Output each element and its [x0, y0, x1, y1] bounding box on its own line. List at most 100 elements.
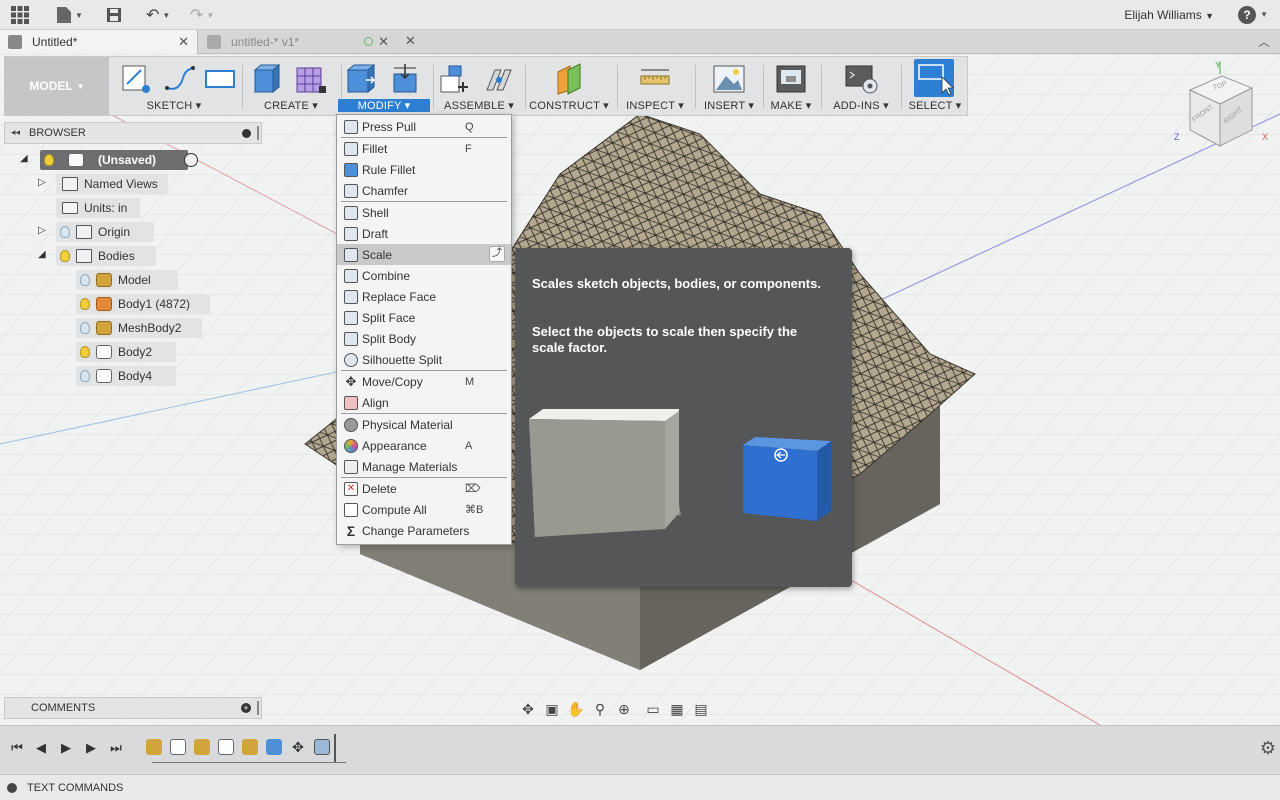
timeline-marker[interactable] [334, 734, 336, 762]
joint-icon[interactable] [481, 62, 515, 96]
display-settings-icon[interactable]: ▭ [644, 700, 662, 718]
tree-item-body2[interactable]: Body2 [76, 342, 176, 362]
grid-settings-icon[interactable]: ▦ [668, 700, 686, 718]
tree-item-origin[interactable]: Origin [56, 222, 154, 242]
help-icon[interactable]: ? [1238, 6, 1256, 24]
3d-print-icon[interactable] [774, 62, 808, 96]
visibility-bulb-icon[interactable] [80, 274, 90, 286]
tab-untitled-v1[interactable]: untitled-* v1* ✕ [199, 30, 397, 54]
menu-item-chamfer[interactable]: Chamfer [337, 180, 511, 201]
visibility-bulb-icon[interactable] [80, 322, 90, 334]
menu-item-move-copy[interactable]: ✥ Move/Copy M [337, 371, 511, 392]
menu-item-draft[interactable]: Draft [337, 223, 511, 244]
step-back-icon[interactable]: ◀ [33, 740, 49, 756]
timeline-body-feature[interactable] [218, 739, 234, 755]
browser-panel-header[interactable]: ◂◂ BROWSER [4, 122, 262, 144]
tree-item-bodies[interactable]: Bodies [56, 246, 156, 266]
menu-item-appearance[interactable]: Appearance A [337, 435, 511, 456]
zoom-icon[interactable]: ⚲ [591, 700, 609, 718]
timeline-mesh-feature[interactable] [194, 739, 210, 755]
expand-icon[interactable] [7, 782, 17, 793]
fit-icon[interactable]: ⊕ [615, 700, 633, 718]
help-caret-icon[interactable]: ▼ [1260, 10, 1268, 19]
timeline-mesh-feature[interactable] [146, 739, 162, 755]
orbit-icon[interactable]: ✥ [519, 700, 537, 718]
panel-resize-handle[interactable] [257, 126, 259, 140]
chevron-up-icon[interactable]: ︿ [1258, 33, 1270, 50]
undo-button[interactable]: ↶ ▼ [146, 5, 170, 25]
visibility-bulb-icon[interactable] [44, 154, 54, 166]
menu-item-combine[interactable]: Combine [337, 265, 511, 286]
inspect-menu[interactable]: INSPECT ▾ [619, 99, 691, 112]
go-to-start-icon[interactable]: ⏮ [9, 740, 25, 756]
make-menu[interactable]: MAKE ▾ [763, 99, 819, 112]
select-menu[interactable]: SELECT ▾ [903, 99, 967, 112]
visibility-bulb-icon[interactable] [60, 250, 70, 262]
visibility-bulb-icon[interactable] [80, 346, 90, 358]
close-tab-icon[interactable]: ✕ [378, 34, 389, 50]
workspace-switcher[interactable]: MODEL ▼ [5, 57, 109, 115]
rectangle-icon[interactable] [203, 62, 237, 96]
file-menu-button[interactable]: ▼ [56, 5, 83, 25]
menu-item-change-parameters[interactable]: Σ Change Parameters [337, 520, 511, 541]
go-to-end-icon[interactable]: ⏭ [108, 740, 124, 756]
tree-item-units[interactable]: Units: in [56, 198, 140, 218]
menu-item-rule-fillet[interactable]: Rule Fillet [337, 159, 511, 180]
menu-item-split-body[interactable]: Split Body [337, 328, 511, 349]
look-at-icon[interactable]: ▣ [543, 700, 561, 718]
gear-icon[interactable]: ⚙ [1260, 738, 1276, 759]
menu-item-delete[interactable]: ✕ Delete ⌦ [337, 478, 511, 499]
new-component-icon[interactable] [437, 62, 471, 96]
menu-item-press-pull[interactable]: Press Pull Q [337, 116, 511, 137]
scripts-addins-icon[interactable] [844, 62, 878, 96]
collapse-panel-icon[interactable]: ◂◂ [11, 127, 20, 138]
view-cube[interactable]: TOP FRONT RIGHT Y Z X [1170, 60, 1274, 164]
timeline-extrude-feature[interactable] [266, 739, 282, 755]
timeline-mesh-feature[interactable] [242, 739, 258, 755]
step-forward-icon[interactable]: ▶ [83, 740, 99, 756]
collapse-arrow-icon[interactable]: ◢ [38, 249, 46, 260]
tree-item-meshbody2[interactable]: MeshBody2 [76, 318, 202, 338]
app-grid-icon[interactable] [10, 5, 30, 25]
assemble-menu[interactable]: ASSEMBLE ▾ [433, 99, 525, 112]
tree-item-root[interactable]: (Unsaved) [40, 150, 198, 170]
insert-image-icon[interactable] [712, 62, 746, 96]
visibility-bulb-icon[interactable] [80, 370, 90, 382]
menu-item-fillet[interactable]: Fillet F [337, 138, 511, 159]
sketch-menu[interactable]: SKETCH ▾ [115, 99, 233, 112]
comments-panel-header[interactable]: COMMENTS + [4, 697, 262, 719]
menu-item-replace-face[interactable]: Replace Face [337, 286, 511, 307]
user-menu[interactable]: Elijah Williams ▼ [1124, 8, 1214, 22]
minimize-panel-icon[interactable] [242, 129, 251, 138]
tree-item-body4[interactable]: Body4 [76, 366, 176, 386]
offset-face-icon[interactable] [388, 62, 422, 96]
create-menu[interactable]: CREATE ▾ [245, 99, 337, 112]
menu-item-scale[interactable]: Scale ⤴ [337, 244, 511, 265]
save-button[interactable] [106, 5, 122, 25]
insert-menu[interactable]: INSERT ▾ [695, 99, 763, 112]
menu-item-split-face[interactable]: Split Face [337, 307, 511, 328]
line-icon[interactable] [163, 62, 197, 96]
visibility-bulb-icon[interactable] [80, 298, 90, 310]
extrude-icon[interactable] [249, 62, 283, 96]
menu-item-silhouette-split[interactable]: Silhouette Split [337, 349, 511, 370]
new-tab-close-icon[interactable]: ✕ [405, 33, 416, 49]
press-pull-icon[interactable] [344, 62, 378, 96]
menu-item-physical-material[interactable]: Physical Material [337, 414, 511, 435]
addins-menu[interactable]: ADD-INS ▾ [823, 99, 899, 112]
tree-item-body-model[interactable]: Model [76, 270, 178, 290]
text-commands-bar[interactable]: TEXT COMMANDS [0, 774, 1280, 800]
collapse-arrow-icon[interactable]: ◢ [20, 153, 28, 164]
timeline-move-feature[interactable]: ✥ [290, 739, 306, 755]
offset-plane-icon[interactable] [552, 62, 586, 96]
add-comment-icon[interactable]: + [241, 703, 251, 713]
visibility-bulb-icon[interactable] [60, 226, 70, 238]
expand-arrow-icon[interactable]: ▷ [38, 177, 46, 188]
redo-button[interactable]: ↷ ▼ [190, 5, 214, 25]
close-tab-icon[interactable]: ✕ [178, 34, 189, 50]
pan-hand-icon[interactable]: ✋ [567, 700, 585, 718]
tree-item-body1[interactable]: Body1 (4872) [76, 294, 210, 314]
create-sketch-icon[interactable] [119, 62, 153, 96]
menu-item-compute-all[interactable]: Compute All ⌘B [337, 499, 511, 520]
viewports-icon[interactable]: ▤ [692, 700, 710, 718]
